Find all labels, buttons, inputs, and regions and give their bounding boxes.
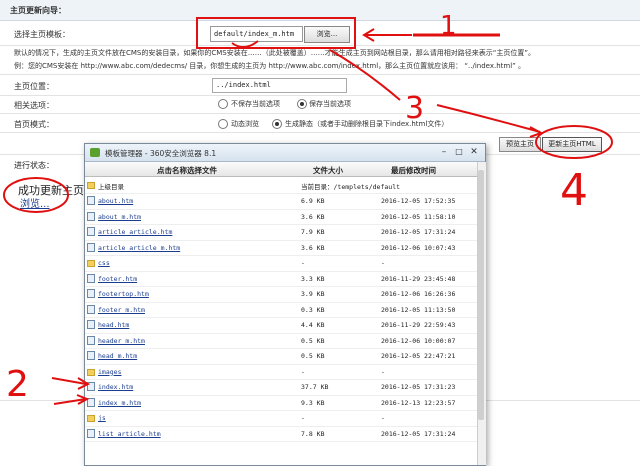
annotation-number-4: 4 [560,165,588,216]
annotation-curve-3 [329,49,401,101]
annotation-line-3 [436,104,541,133]
annotation-number-2: 2 [6,364,29,405]
annotation-circle-progress [3,177,69,213]
red-annotations: 1 3 4 2 [3,11,613,405]
annotation-number-3: 3 [405,91,424,126]
annotation-box-template [196,17,356,49]
annotation-number-1: 1 [440,11,457,41]
annotation-underline [231,40,259,48]
annotation-circle-4 [535,125,613,159]
